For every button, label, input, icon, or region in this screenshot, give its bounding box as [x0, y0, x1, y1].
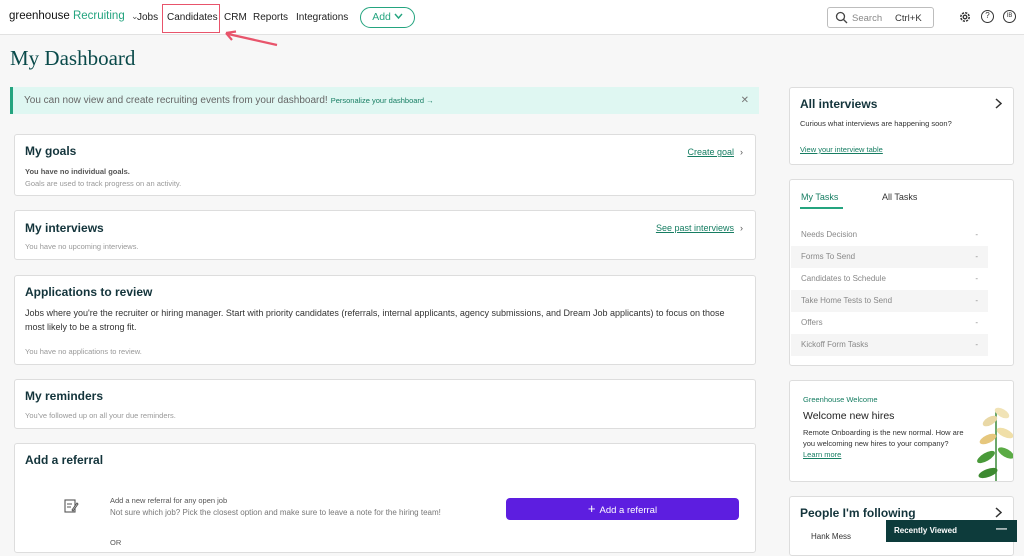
- close-icon[interactable]: ✕: [741, 87, 749, 114]
- recently-viewed-label: Recently Viewed: [894, 526, 957, 535]
- learn-more-link[interactable]: Learn more: [803, 450, 841, 459]
- info-banner: You can now view and create recruiting e…: [10, 87, 759, 114]
- recently-viewed-panel[interactable]: Recently Viewed —: [886, 520, 1017, 542]
- task-row[interactable]: Offers -: [791, 312, 988, 334]
- referral-line-2: Not sure which job? Pick the closest opt…: [110, 508, 441, 517]
- search-placeholder: Search: [852, 13, 883, 24]
- active-tab-indicator: [800, 207, 843, 209]
- empty-state: You have no individual goals.: [25, 167, 130, 176]
- chevron-right-icon[interactable]: [995, 507, 1002, 518]
- task-row[interactable]: Forms To Send -: [791, 246, 988, 268]
- referral-line-1: Add a new referral for any open job: [110, 496, 228, 505]
- task-label: Take Home Tests to Send: [801, 296, 893, 305]
- task-label: Needs Decision: [801, 230, 858, 239]
- brand-logo[interactable]: greenhouse Recruiting ⌄: [9, 10, 138, 22]
- nav-jobs[interactable]: Jobs: [137, 0, 158, 35]
- welcome-body: Remote Onboarding is the new normal. How…: [803, 427, 969, 460]
- card-title: All interviews: [800, 97, 878, 111]
- task-label: Forms To Send: [801, 252, 856, 261]
- add-button[interactable]: Add: [360, 7, 415, 28]
- task-row[interactable]: Needs Decision -: [791, 224, 988, 246]
- help-icon[interactable]: ?: [981, 10, 994, 23]
- goals-card: My goals Create goal › You have no indivi…: [14, 134, 756, 196]
- welcome-text: Remote Onboarding is the new normal. How…: [803, 428, 964, 448]
- applications-description: Jobs where you're the recruiter or hirin…: [25, 308, 725, 332]
- task-label: Kickoff Form Tasks: [801, 340, 869, 349]
- task-row[interactable]: Candidates to Schedule -: [791, 268, 988, 290]
- annotation-arrow: [225, 30, 278, 47]
- card-title: People I'm following: [800, 506, 916, 520]
- plus-icon: +: [587, 501, 596, 516]
- card-title: Add a referral: [25, 453, 104, 467]
- welcome-card: Greenhouse Welcome Welcome new hires Rem…: [789, 380, 1014, 482]
- search-shortcut: Ctrl+K: [895, 13, 922, 24]
- tab-all-tasks[interactable]: All Tasks: [882, 192, 917, 202]
- link-label: Create goal: [687, 147, 734, 157]
- gear-icon[interactable]: [958, 10, 972, 24]
- card-title: My reminders: [25, 389, 104, 403]
- avatar[interactable]: IB: [1003, 10, 1016, 23]
- chevron-right-icon: ›: [740, 223, 743, 233]
- search-icon: [835, 11, 848, 24]
- interviews-card: My interviews See past interviews › You h…: [14, 210, 756, 260]
- empty-state: You've followed up on all your due remin…: [25, 411, 176, 420]
- top-navigation-bar: greenhouse Recruiting ⌄ Jobs Candidates …: [0, 0, 1024, 35]
- add-button-label: Add: [372, 11, 391, 23]
- task-count: -: [975, 318, 978, 327]
- minimize-icon[interactable]: —: [996, 518, 1007, 540]
- link-label: See past interviews: [655, 223, 734, 233]
- edit-document-icon: [64, 499, 79, 513]
- add-referral-button[interactable]: + Add a referral: [506, 498, 739, 520]
- brand-name: greenhouse: [9, 10, 70, 22]
- task-count: -: [975, 230, 978, 239]
- hint-text: Goals are used to track progress on an a…: [25, 179, 182, 188]
- tab-my-tasks[interactable]: My Tasks: [801, 192, 838, 202]
- task-row[interactable]: Kickoff Form Tasks -: [791, 334, 988, 356]
- brand-product: Recruiting: [72, 10, 125, 22]
- past-interviews-link[interactable]: See past interviews ›: [656, 223, 743, 233]
- tasks-card: My Tasks All Tasks Needs Decision - Forms…: [789, 179, 1014, 366]
- card-subtitle: Curious what interviews are happening so…: [800, 119, 952, 128]
- or-divider: OR: [110, 538, 122, 547]
- search-input[interactable]: Search Ctrl+K: [827, 7, 934, 28]
- all-interviews-card[interactable]: All interviews Curious what interviews a…: [789, 87, 1014, 165]
- task-label: Offers: [801, 318, 823, 327]
- empty-state: You have no applications to review.: [25, 347, 142, 356]
- highlight-box: [162, 4, 220, 33]
- personalize-link[interactable]: Personalize your dashboard →: [331, 96, 434, 105]
- chevron-down-icon: [394, 13, 403, 20]
- referral-card: Add a referral Add a new referral for an…: [14, 443, 756, 553]
- task-count: -: [975, 252, 978, 261]
- empty-state: You have no upcoming interviews.: [25, 242, 139, 251]
- applications-card: Applications to review Jobs where you're…: [14, 275, 756, 365]
- card-title: My interviews: [25, 221, 104, 235]
- nav-integrations[interactable]: Integrations: [296, 0, 348, 35]
- task-label: Candidates to Schedule: [801, 274, 886, 283]
- page-title: My Dashboard: [10, 46, 136, 70]
- welcome-eyebrow: Greenhouse Welcome: [803, 395, 878, 404]
- chevron-right-icon: ›: [740, 147, 743, 157]
- reminders-card: My reminders You've followed up on all y…: [14, 379, 756, 429]
- interview-table-link[interactable]: View your interview table: [800, 145, 883, 154]
- card-title: Applications to review: [25, 285, 153, 299]
- plant-illustration: [977, 407, 1013, 481]
- create-goal-link[interactable]: Create goal ›: [687, 147, 743, 157]
- task-count: -: [975, 340, 978, 349]
- task-count: -: [975, 274, 978, 283]
- card-title: My goals: [25, 144, 77, 158]
- button-label: Add a referral: [599, 505, 658, 516]
- chevron-right-icon: [995, 98, 1002, 109]
- task-count: -: [975, 296, 978, 305]
- task-row[interactable]: Take Home Tests to Send -: [791, 290, 988, 312]
- followed-person[interactable]: Hank Mess: [811, 532, 851, 541]
- welcome-title: Welcome new hires: [803, 410, 895, 422]
- banner-text: You can now view and create recruiting e…: [24, 95, 328, 106]
